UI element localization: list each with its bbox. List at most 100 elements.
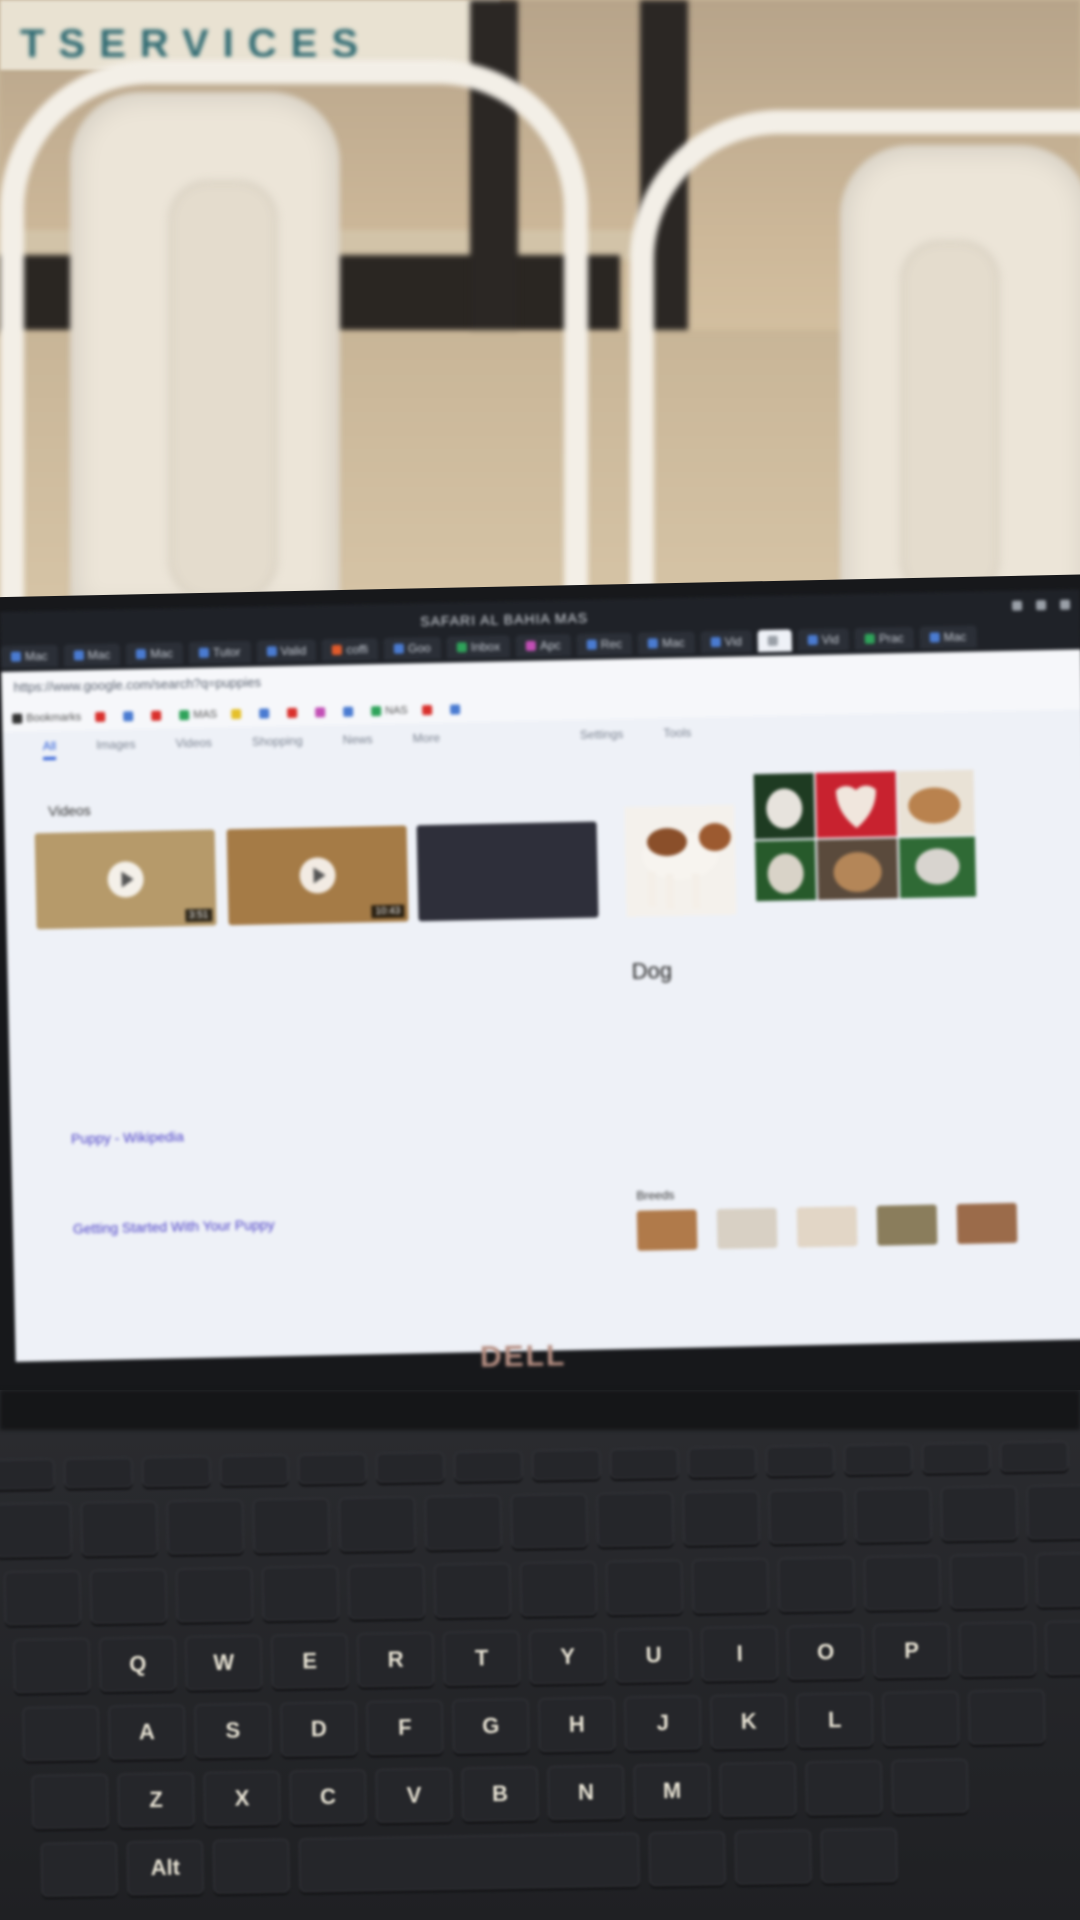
keyboard-key[interactable] [691, 1558, 769, 1614]
keyboard-key[interactable]: Q [99, 1636, 177, 1693]
keyboard-key[interactable] [348, 1564, 425, 1620]
browser-tab[interactable]: Mac [637, 631, 695, 655]
keyboard-key[interactable] [863, 1555, 941, 1611]
keyboard-key[interactable]: E [271, 1633, 349, 1690]
keyboard-key[interactable]: A [108, 1704, 186, 1760]
keyboard-key[interactable]: Alt [126, 1840, 204, 1896]
keyboard-key[interactable]: S [194, 1703, 272, 1759]
browser-tab[interactable]: Mac [126, 642, 184, 666]
browser-tab[interactable] [757, 629, 793, 653]
keyboard-key[interactable] [298, 1832, 640, 1893]
bookmark-item[interactable] [286, 707, 301, 719]
browser-tab[interactable]: Vid [797, 628, 850, 652]
keyboard-key[interactable] [22, 1706, 100, 1762]
browser-tab[interactable]: Apc [515, 634, 571, 658]
video-thumbnail[interactable]: 10:43 [226, 825, 409, 926]
browser-tab[interactable]: Mac [0, 644, 58, 668]
bookmark-item[interactable] [95, 711, 109, 723]
keyboard-key[interactable] [766, 1445, 835, 1477]
keyboard-key[interactable] [999, 1441, 1069, 1473]
keyboard-key[interactable] [1035, 1552, 1080, 1608]
keyboard-key[interactable] [298, 1453, 367, 1485]
keyboard-key[interactable]: J [624, 1695, 702, 1751]
search-tab[interactable]: Settings [580, 727, 624, 749]
keyboard-key[interactable] [1026, 1484, 1080, 1540]
result-title-link[interactable]: Puppy - Wikipedia [71, 1120, 571, 1146]
browser-tab[interactable]: Goo [383, 636, 441, 660]
minimize-icon[interactable] [1011, 600, 1023, 611]
bookmark-item[interactable]: Bookmarks [12, 711, 81, 724]
keyboard-key[interactable] [0, 1458, 55, 1490]
keyboard-key[interactable]: B [461, 1766, 539, 1822]
bookmark-item[interactable] [342, 706, 357, 717]
browser-tab[interactable]: Prac [854, 626, 914, 651]
keyboard-key[interactable]: O [787, 1624, 865, 1681]
bookmark-item[interactable] [421, 704, 436, 716]
keyboard-key[interactable] [532, 1449, 601, 1481]
keyboard-key[interactable] [64, 1457, 133, 1489]
dog-image-grid[interactable] [753, 769, 977, 902]
video-title[interactable] [37, 938, 217, 942]
bookmark-item[interactable] [123, 711, 137, 722]
keyboard-key[interactable] [820, 1828, 898, 1884]
keyboard-key[interactable]: I [701, 1626, 779, 1682]
keyboard-key[interactable] [968, 1689, 1046, 1745]
play-icon[interactable] [107, 861, 145, 898]
keyboard-key[interactable] [176, 1567, 253, 1623]
keyboard-key[interactable] [1045, 1620, 1080, 1676]
keyboard-key[interactable]: H [538, 1697, 616, 1753]
video-card[interactable]: 3:51 [34, 829, 218, 958]
keyboard-key[interactable] [510, 1493, 588, 1549]
keyboard-key[interactable] [940, 1485, 1018, 1542]
keyboard-key[interactable]: U [615, 1627, 693, 1684]
keyboard-key[interactable] [596, 1492, 674, 1548]
keyboard-key[interactable] [768, 1489, 846, 1545]
keyboard-key[interactable]: N [547, 1764, 625, 1821]
keyboard-key[interactable]: G [452, 1698, 530, 1754]
maximize-icon[interactable] [1035, 600, 1047, 611]
keyboard-key[interactable] [13, 1638, 91, 1694]
video-card[interactable]: 10:43 [226, 825, 410, 954]
keyboard-key[interactable] [777, 1556, 855, 1613]
breed-thumbnail[interactable] [716, 1207, 778, 1250]
browser-tab[interactable]: Vid [700, 630, 753, 654]
bookmark-item[interactable]: MAS [179, 708, 217, 721]
keyboard-key[interactable] [688, 1446, 757, 1478]
keyboard-key[interactable] [922, 1442, 991, 1474]
bookmark-item[interactable]: NAS [370, 704, 408, 717]
keyboard-key[interactable]: Y [529, 1629, 607, 1685]
keyboard-key[interactable]: W [185, 1635, 263, 1691]
keyboard-key[interactable] [142, 1456, 211, 1488]
bookmark-item[interactable] [151, 710, 165, 721]
browser-tab[interactable]: Tutor [188, 640, 251, 665]
keyboard-key[interactable] [606, 1559, 683, 1616]
keyboard-key[interactable] [844, 1443, 913, 1476]
keyboard-key[interactable] [0, 1502, 72, 1558]
browser-tab[interactable]: Inbox [446, 635, 511, 659]
search-tab[interactable]: Shopping [252, 734, 303, 756]
search-tab[interactable]: Images [96, 737, 136, 759]
breed-thumbnail[interactable] [636, 1209, 698, 1251]
search-tab[interactable]: More [413, 731, 441, 753]
keyboard-key[interactable]: R [357, 1632, 435, 1688]
keyboard-key[interactable] [682, 1490, 760, 1546]
keyboard-key[interactable]: D [280, 1701, 358, 1757]
keyboard-key[interactable] [882, 1691, 960, 1747]
keyboard-key[interactable] [220, 1454, 289, 1486]
bookmark-item[interactable] [230, 708, 245, 720]
video-card[interactable] [416, 821, 600, 950]
search-tab[interactable]: News [343, 732, 373, 754]
close-icon[interactable] [1059, 599, 1071, 610]
search-tab[interactable]: Videos [175, 736, 212, 758]
keyboard-key[interactable] [610, 1447, 679, 1480]
keyboard-key[interactable]: K [710, 1694, 788, 1750]
breed-thumbnail[interactable] [956, 1202, 1018, 1245]
video-title[interactable] [419, 930, 599, 934]
keyboard-key[interactable] [252, 1498, 330, 1554]
search-tab[interactable]: All [42, 738, 57, 761]
keyboard-key[interactable]: C [289, 1769, 367, 1825]
keyboard-key[interactable] [90, 1568, 168, 1625]
keyboard-key[interactable]: M [633, 1763, 711, 1819]
keyboard-key[interactable] [40, 1841, 118, 1898]
keyboard-key[interactable] [80, 1501, 158, 1557]
